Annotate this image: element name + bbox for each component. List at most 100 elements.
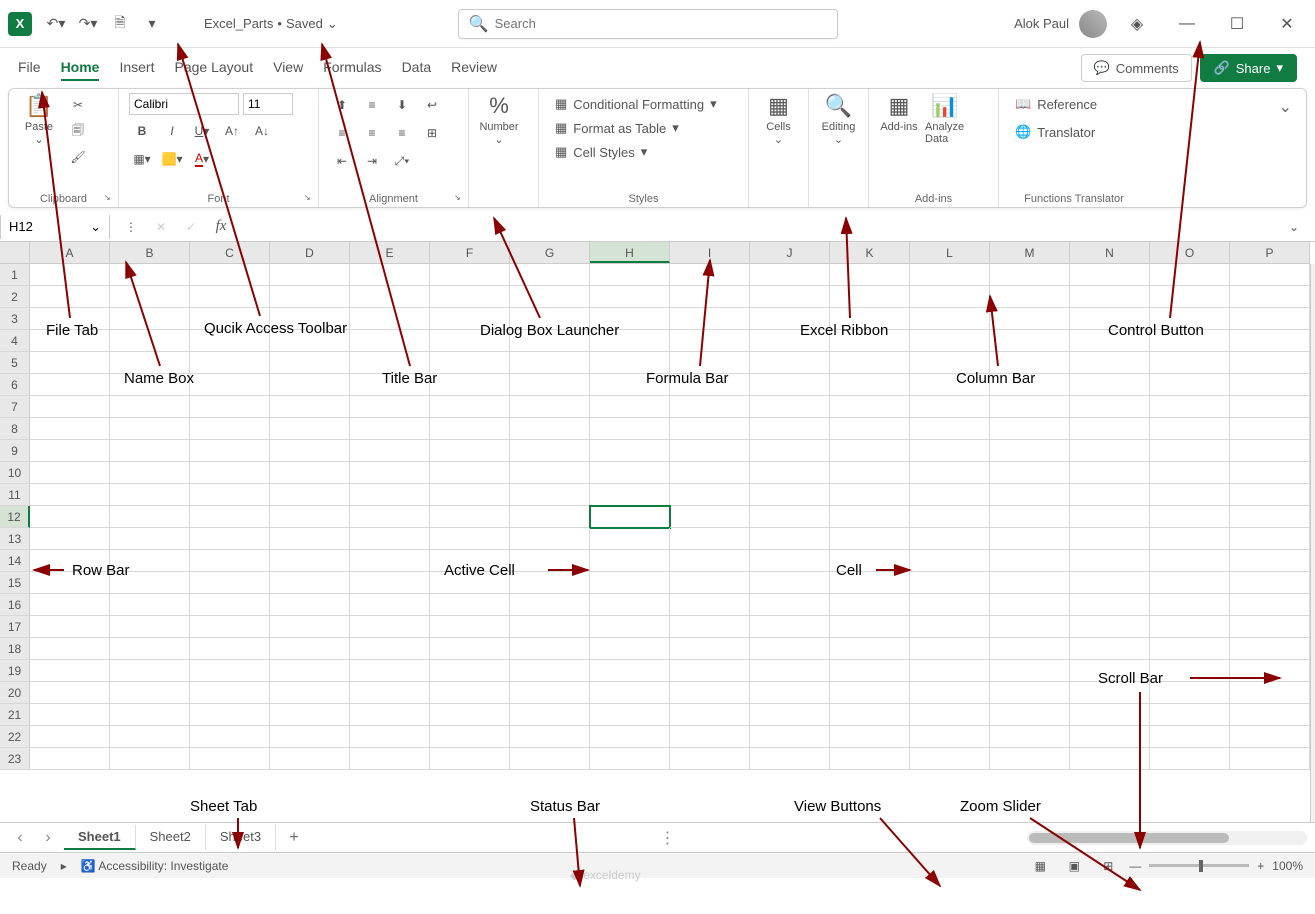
column-header[interactable]: P: [1230, 242, 1310, 263]
cell[interactable]: [910, 330, 990, 352]
cell[interactable]: [1150, 726, 1230, 748]
cell[interactable]: [1230, 352, 1310, 374]
cell[interactable]: [110, 726, 190, 748]
cell[interactable]: [830, 418, 910, 440]
cell[interactable]: [1230, 418, 1310, 440]
select-all-corner[interactable]: [0, 242, 30, 264]
cell[interactable]: [190, 264, 270, 286]
zoom-in-button[interactable]: +: [1257, 859, 1264, 873]
cell[interactable]: [1070, 660, 1150, 682]
cell[interactable]: [910, 528, 990, 550]
cell[interactable]: [1150, 462, 1230, 484]
cell[interactable]: [430, 528, 510, 550]
cell[interactable]: [590, 638, 670, 660]
cell[interactable]: [670, 660, 750, 682]
cell[interactable]: [670, 506, 750, 528]
column-header[interactable]: E: [350, 242, 430, 263]
row-header[interactable]: 23: [0, 748, 30, 770]
cell[interactable]: [110, 528, 190, 550]
cell[interactable]: [1230, 506, 1310, 528]
cell[interactable]: [590, 550, 670, 572]
cell[interactable]: [350, 682, 430, 704]
row-header[interactable]: 1: [0, 264, 30, 286]
cell[interactable]: [190, 616, 270, 638]
cell[interactable]: [1150, 396, 1230, 418]
cell[interactable]: [350, 748, 430, 770]
cell[interactable]: [510, 374, 590, 396]
cell[interactable]: [30, 550, 110, 572]
cell[interactable]: [590, 660, 670, 682]
cell[interactable]: [190, 396, 270, 418]
cell[interactable]: [510, 418, 590, 440]
cell[interactable]: [750, 572, 830, 594]
fx-icon[interactable]: fx: [208, 215, 234, 239]
cell[interactable]: [350, 330, 430, 352]
cell[interactable]: [430, 616, 510, 638]
cell[interactable]: [910, 704, 990, 726]
cell[interactable]: [830, 528, 910, 550]
cell[interactable]: [830, 726, 910, 748]
cell[interactable]: [670, 528, 750, 550]
cell[interactable]: [110, 374, 190, 396]
tab-review[interactable]: Review: [451, 55, 497, 81]
cell[interactable]: [1150, 330, 1230, 352]
cell[interactable]: [670, 264, 750, 286]
cell[interactable]: [190, 638, 270, 660]
share-button[interactable]: 🔗 Share ▾: [1200, 54, 1297, 82]
cell[interactable]: [1150, 682, 1230, 704]
tab-page-layout[interactable]: Page Layout: [174, 55, 253, 81]
cell[interactable]: [830, 374, 910, 396]
cell[interactable]: [510, 286, 590, 308]
cell[interactable]: [430, 682, 510, 704]
cell[interactable]: [110, 506, 190, 528]
cell[interactable]: [350, 484, 430, 506]
cell[interactable]: [270, 286, 350, 308]
cell[interactable]: [990, 748, 1070, 770]
cells-button[interactable]: ▦Cells⌄: [759, 93, 798, 146]
cell[interactable]: [350, 704, 430, 726]
cell[interactable]: [750, 660, 830, 682]
cell[interactable]: [670, 308, 750, 330]
align-bottom[interactable]: ⬇: [389, 93, 415, 117]
cell[interactable]: [510, 726, 590, 748]
cell[interactable]: [510, 330, 590, 352]
cell[interactable]: [110, 264, 190, 286]
autosave-button[interactable]: 🗎: [108, 12, 132, 36]
fill-color-button[interactable]: 🟨▾: [159, 147, 185, 171]
cell[interactable]: [110, 682, 190, 704]
cell[interactable]: [430, 660, 510, 682]
cell[interactable]: [1150, 374, 1230, 396]
cell[interactable]: [270, 396, 350, 418]
cell[interactable]: [910, 660, 990, 682]
cell[interactable]: [1070, 418, 1150, 440]
column-header[interactable]: C: [190, 242, 270, 263]
cell[interactable]: [510, 528, 590, 550]
cell[interactable]: [30, 616, 110, 638]
cell[interactable]: [750, 704, 830, 726]
cell[interactable]: [590, 748, 670, 770]
cell[interactable]: [30, 682, 110, 704]
tab-view[interactable]: View: [273, 55, 303, 81]
cell[interactable]: [510, 660, 590, 682]
cell[interactable]: [430, 484, 510, 506]
page-break-view-button[interactable]: ⊞: [1095, 856, 1121, 876]
cell[interactable]: [270, 528, 350, 550]
horizontal-scrollbar[interactable]: [1027, 831, 1307, 845]
cell[interactable]: [750, 528, 830, 550]
cell[interactable]: [270, 374, 350, 396]
cell[interactable]: [430, 264, 510, 286]
cell[interactable]: [510, 616, 590, 638]
cell[interactable]: [1070, 462, 1150, 484]
cell[interactable]: [510, 484, 590, 506]
cell[interactable]: [510, 462, 590, 484]
cell[interactable]: [270, 484, 350, 506]
cell[interactable]: [430, 462, 510, 484]
cell[interactable]: [1070, 572, 1150, 594]
cell[interactable]: [30, 660, 110, 682]
cell[interactable]: [910, 726, 990, 748]
cell[interactable]: [430, 396, 510, 418]
row-header[interactable]: 5: [0, 352, 30, 374]
cell[interactable]: [270, 330, 350, 352]
cell[interactable]: [830, 704, 910, 726]
cell[interactable]: [670, 748, 750, 770]
